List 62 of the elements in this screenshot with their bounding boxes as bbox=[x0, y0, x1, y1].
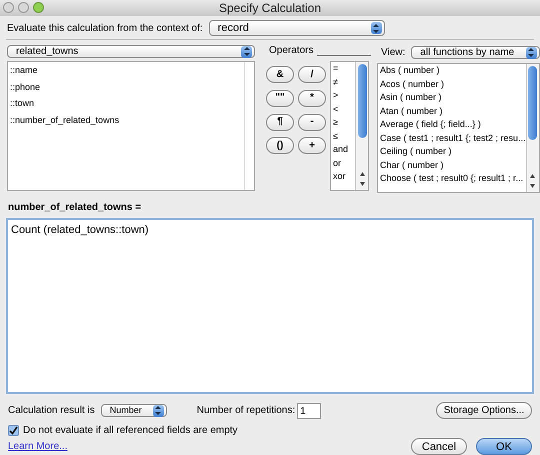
scrollbar[interactable] bbox=[526, 64, 539, 192]
operator-item[interactable]: or bbox=[333, 158, 355, 169]
operator-button[interactable]: / bbox=[298, 66, 326, 83]
table-select[interactable]: related_towns bbox=[7, 45, 255, 58]
popup-arrows-icon bbox=[241, 46, 252, 58]
close-button[interactable] bbox=[3, 2, 14, 13]
checkbox[interactable] bbox=[8, 425, 19, 436]
operator-button[interactable]: * bbox=[298, 90, 326, 107]
context-label: Evaluate this calculation from the context of: bbox=[7, 22, 203, 36]
operator-item[interactable]: ≤ bbox=[333, 130, 355, 142]
operator-button[interactable]: ¶ bbox=[266, 114, 294, 130]
popup-arrows-icon bbox=[526, 46, 537, 58]
field-item[interactable]: ::number_of_related_towns bbox=[10, 114, 242, 127]
operator-item[interactable]: < bbox=[333, 104, 355, 115]
zoom-button[interactable] bbox=[33, 2, 44, 13]
scroll-thumb[interactable] bbox=[358, 64, 366, 138]
operator-item[interactable]: > bbox=[333, 90, 355, 102]
repetitions-label: Number of repetitions: bbox=[196, 404, 296, 418]
function-item[interactable]: Average ( field {; field...} ) bbox=[380, 119, 526, 130]
function-item[interactable]: Acos ( number ) bbox=[380, 78, 526, 90]
field-item[interactable]: ::name bbox=[10, 64, 242, 78]
cancel-button[interactable]: Cancel bbox=[411, 438, 467, 455]
window-title: Specify Calculation bbox=[218, 0, 322, 17]
operator-item[interactable]: and bbox=[333, 144, 355, 156]
function-item[interactable]: Char ( number ) bbox=[380, 160, 526, 171]
checkbox-label: Do not evaluate if all referenced fields are empty bbox=[23, 424, 238, 438]
result-type-select[interactable]: Number bbox=[100, 404, 167, 417]
function-item[interactable]: Choose ( test ; result0 {; result1 ; r... bbox=[380, 173, 526, 184]
operator-item[interactable]: = bbox=[333, 63, 355, 74]
scrollbar[interactable] bbox=[355, 62, 368, 190]
popup-arrows-icon bbox=[152, 404, 164, 416]
repetitions-field[interactable]: 1 bbox=[297, 402, 322, 418]
view-label: View: bbox=[381, 46, 406, 60]
ok-button[interactable]: OK bbox=[476, 438, 532, 455]
context-select[interactable]: record bbox=[208, 20, 385, 36]
popup-arrows-icon bbox=[370, 22, 382, 34]
operator-item[interactable]: ≥ bbox=[333, 117, 355, 128]
function-item[interactable]: Abs ( number ) bbox=[380, 65, 526, 76]
formula-label: number_of_related_towns = bbox=[8, 202, 142, 213]
operator-item[interactable]: ≠ bbox=[333, 76, 355, 88]
function-item[interactable]: Asin ( number ) bbox=[380, 92, 526, 104]
result-type-label: Calculation result is bbox=[8, 404, 95, 418]
function-item[interactable]: Ceiling ( number ) bbox=[380, 146, 526, 158]
scroll-arrows-icon[interactable] bbox=[358, 170, 366, 188]
function-item[interactable]: Case ( test1 ; result1 {; test2 ; resu... bbox=[380, 132, 526, 144]
operator-button[interactable]: & bbox=[266, 66, 294, 83]
operators-label: Operators bbox=[269, 44, 314, 58]
minimize-button[interactable] bbox=[18, 2, 29, 13]
operator-button[interactable]: () bbox=[266, 137, 294, 154]
field-item[interactable]: ::town bbox=[10, 97, 242, 110]
operator-item[interactable]: xor bbox=[333, 171, 355, 182]
operator-button[interactable]: - bbox=[298, 114, 326, 130]
scroll-arrows-icon[interactable] bbox=[529, 172, 536, 190]
field-item[interactable]: ::phone bbox=[10, 80, 242, 94]
operator-button[interactable]: "" bbox=[266, 90, 294, 107]
formula-field[interactable]: Count (related_towns::town) bbox=[6, 218, 534, 394]
view-select[interactable]: all functions by name bbox=[411, 46, 540, 59]
storage-options-button[interactable]: Storage Options... bbox=[436, 402, 532, 419]
function-item[interactable]: Atan ( number ) bbox=[380, 106, 526, 117]
learn-more-link[interactable]: Learn More... bbox=[8, 439, 68, 454]
scroll-thumb[interactable] bbox=[528, 66, 538, 140]
operator-button[interactable]: + bbox=[298, 137, 326, 154]
